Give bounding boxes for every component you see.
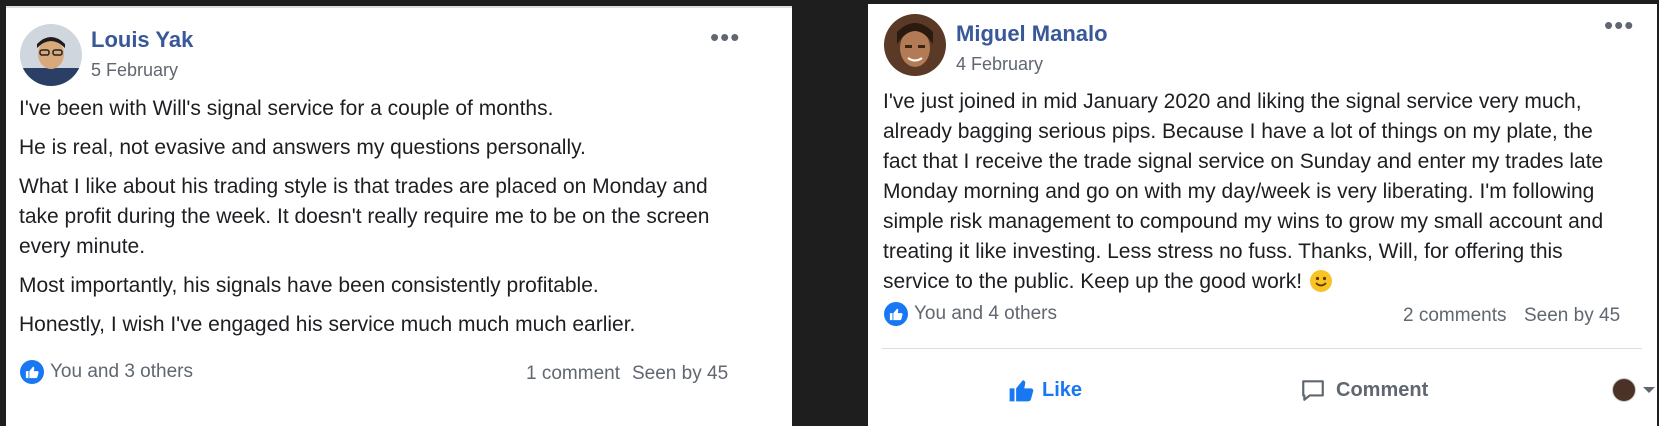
- post-paragraph: What I like about his trading style is t…: [19, 175, 710, 258]
- author-name[interactable]: Louis Yak: [91, 27, 193, 53]
- author-name[interactable]: Miguel Manalo: [956, 21, 1108, 47]
- seen-count[interactable]: Seen by 45: [632, 363, 728, 385]
- reactions-count: You and 3 others: [50, 361, 193, 382]
- comment-label: Comment: [1336, 378, 1429, 401]
- seen-count[interactable]: Seen by 45: [1524, 305, 1620, 327]
- smiley-emoji-icon: [1309, 270, 1332, 292]
- post-date[interactable]: 4 February: [956, 54, 1043, 75]
- more-options-icon[interactable]: •••: [710, 24, 740, 50]
- chevron-down-icon: [1643, 387, 1655, 393]
- like-reaction-icon: [20, 360, 44, 384]
- reactions-count: You and 4 others: [914, 303, 1057, 324]
- like-label: Like: [1042, 378, 1083, 401]
- avatar[interactable]: [20, 24, 82, 86]
- post-card-miguel-manalo: Miguel Manalo 4 February ••• I've just j…: [868, 4, 1657, 426]
- more-options-icon[interactable]: •••: [1604, 12, 1634, 38]
- small-avatar: [1612, 378, 1636, 402]
- post-paragraph: I've just joined in mid January 2020 and…: [883, 90, 1604, 293]
- react-as-selector[interactable]: [1612, 378, 1656, 402]
- thumbs-up-icon: [1009, 380, 1034, 402]
- reactions-summary[interactable]: You and 4 others: [884, 302, 1057, 326]
- comment-button[interactable]: Comment: [1300, 377, 1428, 403]
- post-paragraph: Most importantly, his signals have been …: [19, 274, 599, 297]
- post-paragraph: Honestly, I wish I've engaged his servic…: [19, 313, 636, 336]
- post-body: I've been with Will's signal service for…: [19, 94, 719, 349]
- post-paragraph: I've been with Will's signal service for…: [19, 97, 554, 120]
- divider: [882, 348, 1642, 349]
- comments-count[interactable]: 1 comment: [526, 363, 620, 385]
- post-paragraph: He is real, not evasive and answers my q…: [19, 136, 586, 159]
- reactions-summary[interactable]: You and 3 others: [20, 360, 193, 384]
- like-button[interactable]: Like: [1008, 377, 1082, 403]
- post-date[interactable]: 5 February: [91, 60, 178, 81]
- like-reaction-icon: [884, 302, 908, 326]
- comments-count[interactable]: 2 comments: [1403, 305, 1506, 327]
- post-body: I've just joined in mid January 2020 and…: [883, 87, 1623, 297]
- avatar[interactable]: [884, 14, 946, 76]
- post-card-louis-yak: Louis Yak 5 February ••• I've been with …: [6, 6, 792, 426]
- comment-icon: [1302, 380, 1324, 401]
